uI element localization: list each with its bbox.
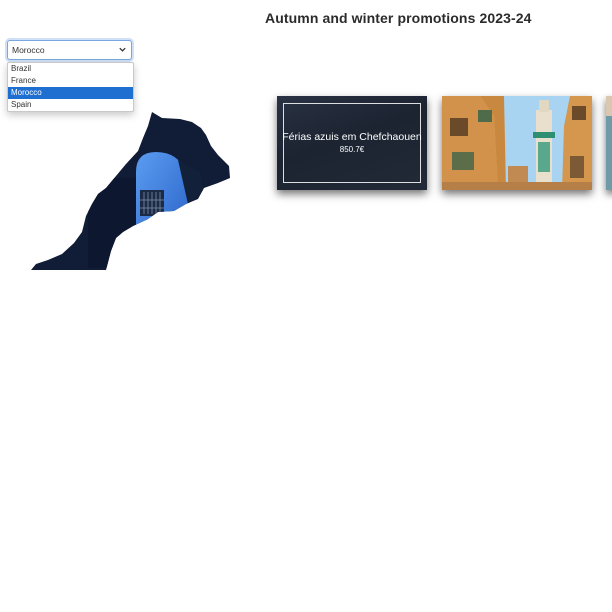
country-select-value: Morocco <box>12 45 45 55</box>
country-dropdown-list: Brazil France Morocco Spain <box>7 62 134 112</box>
promo-card-partial[interactable] <box>606 96 612 190</box>
dropdown-option-morocco[interactable]: Morocco <box>8 87 133 99</box>
card-photo <box>442 96 592 190</box>
page-title: Autumn and winter promotions 2023-24 <box>265 10 532 26</box>
card-title: Férias azuis em Chefchaouen <box>282 131 422 143</box>
promo-card-fes[interactable] <box>442 96 592 190</box>
country-select[interactable]: Morocco <box>7 40 132 60</box>
promo-card-chefchaouen[interactable]: Férias azuis em Chefchaouen 850.7€ <box>277 96 427 190</box>
dropdown-option-france[interactable]: France <box>8 75 133 87</box>
card-price: 850.7€ <box>339 145 365 154</box>
card-photo-partial <box>606 96 612 190</box>
chevron-down-icon <box>119 47 126 52</box>
dropdown-option-brazil[interactable]: Brazil <box>8 63 133 75</box>
country-map-image[interactable] <box>28 108 233 273</box>
card-frame <box>283 103 421 183</box>
dropdown-option-spain[interactable]: Spain <box>8 99 133 111</box>
